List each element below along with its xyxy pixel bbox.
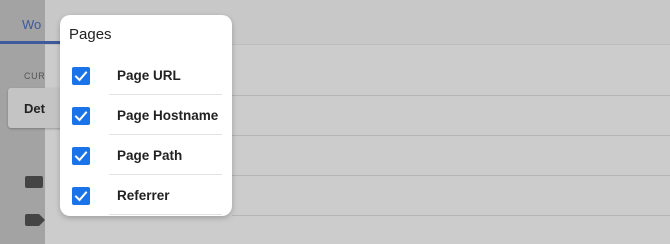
list-item-label: Referrer (117, 188, 170, 203)
background-divider (232, 215, 670, 216)
folder-icon (25, 176, 43, 188)
check-icon (74, 151, 88, 162)
list-item-page-path[interactable]: Page Path (60, 135, 232, 175)
background-divider (232, 95, 670, 96)
background-tab-indicator (0, 41, 62, 44)
list-item-page-hostname[interactable]: Page Hostname (60, 95, 232, 135)
list-item-label: Page URL (117, 68, 181, 83)
referrer-checkbox[interactable] (72, 187, 90, 205)
pages-variables-panel: Pages Page URL Page Hostname Page Path R… (60, 15, 232, 216)
page-url-checkbox[interactable] (72, 67, 90, 85)
check-icon (74, 111, 88, 122)
tag-icon (25, 214, 45, 226)
page-path-checkbox[interactable] (72, 147, 90, 165)
check-icon (74, 71, 88, 82)
background-section-label: CUR (24, 71, 46, 81)
list-item-label: Page Path (117, 148, 183, 163)
list-item-label: Page Hostname (117, 108, 219, 123)
check-icon (74, 191, 88, 202)
page-hostname-checkbox[interactable] (72, 107, 90, 125)
background-card-label: Det (24, 101, 45, 116)
divider (109, 214, 222, 215)
background-tab: Wo (22, 17, 42, 32)
list-item-referrer[interactable]: Referrer (60, 175, 232, 215)
list-item-page-url[interactable]: Page URL (60, 55, 232, 95)
panel-title: Pages (69, 26, 112, 43)
background-divider (232, 135, 670, 136)
background-divider (232, 175, 670, 176)
